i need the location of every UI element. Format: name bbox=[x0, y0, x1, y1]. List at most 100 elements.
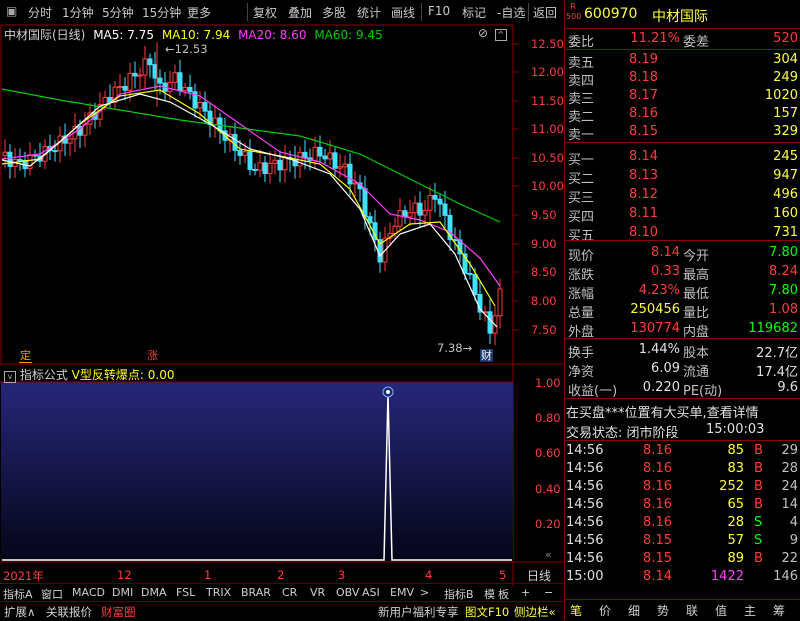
level-price: 8.16 bbox=[629, 106, 658, 121]
tab-mark[interactable]: 标记 bbox=[462, 4, 486, 21]
candle-body bbox=[152, 64, 158, 79]
related-quotes-button[interactable]: 关联报价 bbox=[46, 604, 92, 620]
stat-value: 4.23% bbox=[638, 283, 680, 298]
indicator-tab[interactable]: ASI bbox=[362, 586, 380, 601]
event-marker-ding[interactable]: 定 bbox=[19, 349, 32, 363]
stat-row: 涨幅 4.23% 最低 7.80 bbox=[564, 282, 800, 302]
sell-level-row[interactable]: 卖三 8.17 1020 bbox=[564, 87, 800, 107]
tick-volume: 85 bbox=[727, 443, 744, 458]
promo-link[interactable]: 新用户福利专享 bbox=[378, 604, 459, 620]
tab-adjust[interactable]: 复权 bbox=[253, 4, 277, 21]
indicator-tab[interactable]: 指标B bbox=[444, 586, 474, 601]
tab-back[interactable]: 返回 bbox=[533, 4, 557, 21]
stat-value: 119682 bbox=[748, 321, 798, 336]
indicator-tab[interactable]: DMI bbox=[112, 586, 133, 601]
candle-body bbox=[327, 152, 333, 160]
settings-icon[interactable]: ⊘ bbox=[478, 26, 488, 40]
tab-15min[interactable]: 15分钟 bbox=[142, 4, 181, 21]
level-volume: 329 bbox=[773, 124, 798, 139]
sell-level-row[interactable]: 卖五 8.19 304 bbox=[564, 51, 800, 71]
panel-tab[interactable]: 筹 bbox=[773, 602, 785, 619]
weicha-label: 委差 bbox=[683, 35, 710, 50]
tab-draw[interactable]: 画线 bbox=[391, 4, 415, 21]
badge-top: R bbox=[570, 2, 576, 11]
low-price-value: 7.38 bbox=[437, 341, 463, 355]
tick-row: 14:56 8.16 85 B 29 bbox=[564, 442, 800, 460]
indicator-tab[interactable]: EMV bbox=[390, 586, 414, 601]
indicator-tab[interactable]: FSL bbox=[176, 586, 195, 601]
buy-level-row[interactable]: 买二 8.13 947 bbox=[564, 167, 800, 187]
chart-area[interactable] bbox=[0, 24, 564, 586]
sidebar-button[interactable]: 侧边栏« bbox=[514, 604, 556, 620]
indicator-tab[interactable]: OBV bbox=[336, 586, 359, 601]
stock-code[interactable]: 600970 bbox=[584, 6, 637, 22]
indicator-legend[interactable]: v 指标公式 V型反转爆点: 0.00 bbox=[4, 366, 174, 383]
indicator-tab[interactable]: TRIX bbox=[206, 586, 231, 601]
chart-type-icon[interactable]: ▣ bbox=[6, 4, 17, 18]
indicator-tab[interactable]: CR bbox=[282, 586, 297, 601]
indicator-tab[interactable]: > bbox=[420, 586, 429, 601]
indicator-tab[interactable]: 模 bbox=[484, 586, 495, 601]
tick-price: 8.16 bbox=[643, 515, 672, 530]
buy-level-row[interactable]: 买一 8.14 245 bbox=[564, 148, 800, 168]
notice-text[interactable]: 在买盘***位置有大买单,查看详情 bbox=[566, 402, 759, 421]
panel-tab[interactable]: 联 bbox=[686, 602, 698, 619]
tick-time: 14:56 bbox=[566, 551, 604, 566]
panel-tab[interactable]: 细 bbox=[628, 602, 640, 619]
buy-level-row[interactable]: 买四 8.11 160 bbox=[564, 205, 800, 225]
buy-level-row[interactable]: 买三 8.12 496 bbox=[564, 186, 800, 206]
candle-body bbox=[237, 149, 243, 156]
panel-tab[interactable]: 值 bbox=[715, 602, 727, 619]
indicator-tab[interactable]: DMA bbox=[141, 586, 167, 601]
chevron-up-icon[interactable]: ^ bbox=[494, 29, 507, 41]
wealth-circle-button[interactable]: 财富圈 bbox=[101, 604, 136, 620]
collapse-icon[interactable]: « bbox=[545, 548, 552, 561]
tab-more[interactable]: 更多 bbox=[187, 4, 211, 21]
big-order-notice[interactable]: 在买盘***位置有大买单,查看详情 bbox=[564, 401, 800, 421]
tab-f10[interactable]: F10 bbox=[428, 4, 450, 18]
chevron-down-icon[interactable]: v bbox=[4, 371, 16, 383]
level-label: 买四 bbox=[568, 210, 595, 225]
indicator-tab[interactable]: 指标A bbox=[3, 586, 33, 601]
indicator-tab[interactable]: MACD bbox=[72, 586, 105, 601]
tab-stats[interactable]: 统计 bbox=[357, 4, 381, 21]
expand-button[interactable]: 扩展∧ bbox=[4, 604, 35, 620]
candle-body bbox=[182, 86, 188, 92]
tick-price: 8.16 bbox=[643, 443, 672, 458]
fin-label: 换手 bbox=[568, 346, 595, 361]
indicator-tab[interactable]: BRAR bbox=[241, 586, 271, 601]
indicator-tab[interactable]: − bbox=[544, 586, 553, 601]
tab-5min[interactable]: 5分钟 bbox=[102, 4, 134, 21]
tick-price: 8.16 bbox=[643, 497, 672, 512]
tab-overlay[interactable]: 叠加 bbox=[288, 4, 312, 21]
pane-controls[interactable]: ⊘ ^ bbox=[478, 26, 507, 41]
indicator-tab[interactable]: + bbox=[521, 586, 530, 601]
price-tick: 11.50 bbox=[531, 94, 564, 108]
panel-tab[interactable]: 价 bbox=[599, 602, 611, 619]
stock-name[interactable]: 中材国际 bbox=[652, 6, 708, 26]
tab-multi[interactable]: 多股 bbox=[322, 4, 346, 21]
sell-level-row[interactable]: 卖一 8.15 329 bbox=[564, 123, 800, 143]
f10-button[interactable]: 图文F10 bbox=[465, 604, 509, 620]
tab-intraday[interactable]: 分时 bbox=[28, 4, 52, 21]
sell-level-row[interactable]: 卖四 8.18 249 bbox=[564, 69, 800, 89]
indicator-tab[interactable]: 板 bbox=[498, 586, 509, 601]
event-marker-cai[interactable]: 财 bbox=[480, 349, 493, 362]
candle-body bbox=[267, 162, 273, 174]
tab-1min[interactable]: 1分钟 bbox=[62, 4, 94, 21]
period-label[interactable]: 日线 bbox=[527, 567, 551, 584]
stat-value: 8.24 bbox=[769, 264, 798, 279]
panel-tab[interactable]: 势 bbox=[657, 602, 669, 619]
indicator-tab[interactable]: VR bbox=[310, 586, 325, 601]
bottom-bar: 扩展∧ 关联报价 财富圈 新用户福利专享 图文F10 侧边栏« bbox=[0, 601, 564, 621]
event-marker-zhang[interactable]: 涨 bbox=[146, 349, 159, 362]
panel-tab[interactable]: 笔 bbox=[570, 602, 582, 619]
indicator-tab[interactable]: 窗口 bbox=[41, 586, 63, 601]
stat-value: 130774 bbox=[630, 321, 680, 336]
sell-level-row[interactable]: 卖二 8.16 157 bbox=[564, 105, 800, 125]
fin-value: 0.220 bbox=[642, 380, 680, 395]
candle-body bbox=[417, 202, 423, 216]
tab-watchlist[interactable]: -自选 bbox=[497, 4, 525, 21]
panel-tab[interactable]: 主 bbox=[744, 602, 756, 619]
ma60-label: MA60: 9.45 bbox=[314, 28, 383, 42]
